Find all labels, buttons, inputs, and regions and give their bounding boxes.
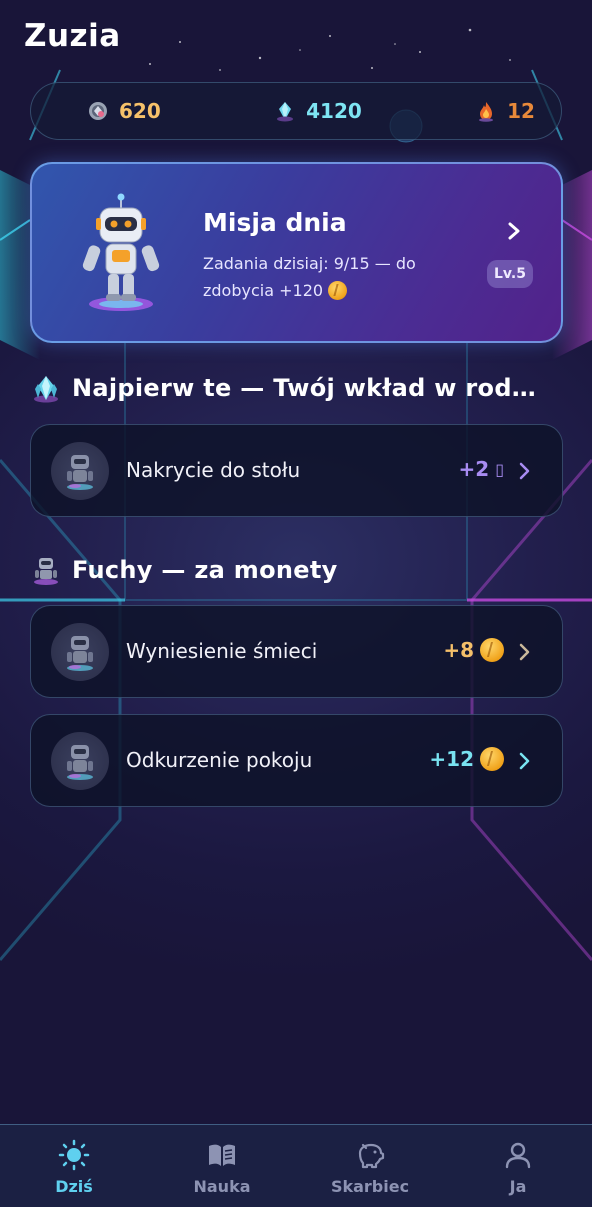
task-reward-value: +12 — [429, 747, 474, 771]
chevron-right-icon — [519, 643, 530, 661]
gear-gem-icon — [89, 102, 107, 120]
nav-item-me[interactable]: Ja — [444, 1125, 592, 1207]
crystal-icon — [34, 376, 58, 403]
currency-streak-value: 12 — [507, 99, 535, 123]
task-label: Wyniesienie śmieci — [126, 639, 318, 663]
user-icon — [505, 1142, 531, 1169]
nav-item-learning[interactable]: Nauka — [148, 1125, 296, 1207]
task-reward-value: +2 — [458, 457, 490, 481]
section-header-priority: Najpierw te — Twój wkład w rod… — [30, 372, 536, 404]
mission-subtitle-line2: zdobycia +120 — [203, 281, 324, 300]
task-avatar — [51, 442, 109, 500]
nav-label-learning: Nauka — [193, 1177, 251, 1196]
nav-label-treasury: Skarbiec — [330, 1177, 410, 1196]
task-reward-value: +8 — [443, 638, 474, 662]
mission-subtitle-line1: Zadania dzisiaj: 9/15 — do — [203, 254, 416, 273]
coin-icon — [328, 281, 348, 300]
mission-title: Misja dnia — [203, 208, 347, 237]
mission-subtitle: Zadania dzisiaj: 9/15 — do zdobycia +120 — [203, 250, 468, 304]
missing-glyph-icon: ▯ — [495, 459, 504, 479]
nav-label-me: Ja — [509, 1177, 527, 1196]
coin-icon — [480, 747, 504, 771]
currency-crystals[interactable]: 4120 — [274, 99, 362, 123]
page-title: Zuzia — [24, 18, 121, 54]
task-row-take-out-trash[interactable]: Wyniesienie śmieci +8 — [30, 605, 563, 698]
task-label: Odkurzenie pokoju — [126, 748, 313, 772]
chevron-right-icon — [519, 752, 530, 770]
task-label: Nakrycie do stołu — [126, 458, 301, 482]
piggy-bank-icon — [358, 1143, 385, 1169]
section-title-priority: Najpierw te — Twój wkład w rod… — [72, 374, 537, 402]
currency-gears[interactable]: 620 — [87, 99, 161, 123]
task-reward: +8 — [443, 638, 504, 662]
robot-icon — [34, 558, 58, 585]
bottom-nav: Dziś Nauka Skarbiec Ja — [0, 1124, 592, 1207]
task-reward: +12 — [429, 747, 504, 771]
task-reward: +2 ▯ — [459, 457, 505, 481]
currency-crystals-value: 4120 — [306, 99, 362, 123]
currency-gears-value: 620 — [119, 99, 161, 123]
nav-item-today[interactable]: Dziś — [0, 1125, 148, 1207]
task-avatar — [51, 623, 109, 681]
robot-icon — [67, 745, 93, 780]
currency-bar: 620 4120 12 — [30, 82, 562, 140]
level-badge: Lv.5 — [487, 260, 533, 288]
nav-item-treasury[interactable]: Skarbiec — [296, 1125, 444, 1207]
currency-streak[interactable]: 12 — [475, 99, 535, 123]
chevron-right-icon — [508, 222, 520, 240]
sun-icon — [58, 1139, 90, 1171]
crystal-icon — [277, 102, 294, 122]
daily-mission-card[interactable]: Misja dnia Zadania dzisiaj: 9/15 — do zd… — [30, 162, 563, 343]
robot-mascot-icon — [82, 193, 160, 311]
chevron-right-icon — [519, 462, 530, 480]
robot-icon — [67, 636, 93, 671]
task-row-vacuum-room[interactable]: Odkurzenie pokoju +12 — [30, 714, 563, 807]
section-header-side-jobs: Fuchy — za monety — [30, 554, 338, 586]
flame-icon — [479, 102, 494, 122]
section-title-side-jobs: Fuchy — za monety — [72, 556, 338, 584]
coin-icon — [480, 638, 504, 662]
task-avatar — [51, 732, 109, 790]
task-row-set-table[interactable]: Nakrycie do stołu +2 ▯ — [30, 424, 563, 517]
nav-label-today: Dziś — [55, 1177, 93, 1196]
robot-icon — [67, 455, 93, 490]
book-icon — [209, 1144, 235, 1166]
